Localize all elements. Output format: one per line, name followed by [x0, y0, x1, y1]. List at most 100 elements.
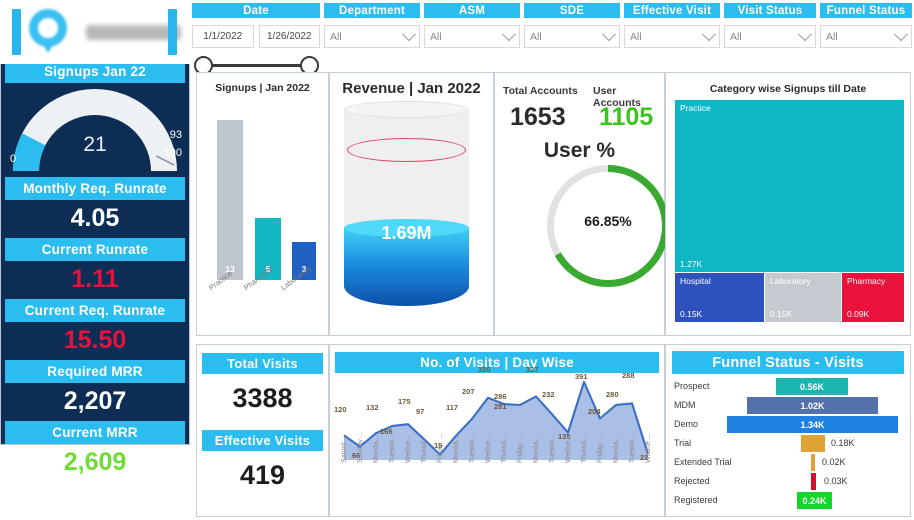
total-accounts-label: Total Accounts: [503, 85, 578, 97]
date-to-input[interactable]: 1/26/2022: [258, 25, 320, 48]
daywise-xtick: Wedne…: [565, 433, 572, 463]
funnel-value-rejected: 0.03K: [824, 476, 848, 486]
treemap-cell-practice[interactable]: Practice 1.27K: [675, 100, 904, 272]
sde-dropdown[interactable]: All: [524, 25, 620, 48]
treemap-laboratory-label: Laboratory: [770, 276, 811, 286]
daywise-xtick: Wedne…: [645, 433, 652, 463]
funnel-value-registered: 0.24K: [802, 495, 827, 506]
point-label-11: 281: [494, 402, 507, 411]
treemap-hospital-value: 0.15K: [680, 309, 703, 319]
filter-bar: Date 1/1/2022 1/26/2022 Department All A…: [190, 0, 914, 75]
accounts-panel: Total Accounts User Accounts 1653 1105 U…: [494, 72, 669, 336]
total-visits-value: 3388: [232, 383, 293, 413]
filter-effective-visit-label: Effective Visit: [624, 3, 720, 18]
funnel-title: Funnel Status - Visits: [672, 351, 904, 374]
current-req-runrate-value: 15.50: [63, 326, 127, 354]
asm-value: All: [430, 30, 442, 43]
total-accounts-value: 1653: [510, 103, 566, 131]
point-label-9: 320: [478, 365, 491, 374]
treemap-cell-laboratory[interactable]: Laboratory 0.15K: [765, 273, 841, 322]
point-label-2: 132: [366, 403, 379, 412]
point-label-0: 120: [334, 405, 347, 414]
monthly-req-runrate-value: 4.05: [70, 204, 120, 232]
filter-department: Department All: [324, 3, 420, 48]
daywise-xtick: Tuesda…: [469, 432, 476, 463]
current-mrr-label: Current MRR: [5, 421, 185, 444]
funnel-bar-registered[interactable]: 0.24K: [797, 492, 832, 509]
required-mrr-label: Required MRR: [5, 360, 185, 383]
effective-visit-value: All: [630, 30, 642, 43]
funnel-bar-prospect[interactable]: 0.56K: [776, 378, 848, 395]
department-dropdown[interactable]: All: [324, 25, 420, 48]
funnel-label-extended-trial: Extended Trial: [674, 457, 732, 467]
funnel-label-mdm: MDM: [674, 400, 696, 410]
signups-bar-panel: Signups | Jan 2022 13 5 3 Practice Pharm…: [196, 72, 329, 336]
filter-sde-label: SDE: [524, 3, 620, 18]
date-from-input[interactable]: 1/1/2022: [192, 25, 254, 48]
filter-sde: SDE All: [524, 3, 620, 48]
funnel-label-prospect: Prospect: [674, 381, 710, 391]
dashboard-root: Date 1/1/2022 1/26/2022 Department All A…: [0, 0, 914, 520]
funnel-bar-trial[interactable]: [801, 435, 825, 452]
treemap-title: Category wise Signups till Date: [709, 83, 867, 95]
treemap-panel: Category wise Signups till Date Practice…: [665, 72, 911, 336]
effective-visit-dropdown[interactable]: All: [624, 25, 720, 48]
treemap-cell-pharmacy[interactable]: Pharmacy 0.09K: [842, 273, 904, 322]
funnel-plot: Prospect 0.56K MDM 1.02K Demo 1.34K Tria…: [666, 378, 912, 516]
chevron-down-icon: [797, 26, 813, 41]
location-pin-heart-icon: [26, 9, 72, 55]
current-req-runrate-label: Current Req. Runrate: [5, 299, 185, 322]
filter-date-label: Date: [192, 3, 320, 18]
signups-gauge: 21 0 93 100: [4, 87, 186, 175]
funnel-value-mdm: 1.02K: [800, 400, 825, 411]
treemap-pharmacy-label: Pharmacy: [847, 276, 886, 286]
revenue-title: Revenue | Jan 2022: [342, 80, 481, 97]
user-pct-value: 66.85%: [584, 213, 632, 229]
daywise-xtick: Tuesda…: [389, 432, 396, 463]
filter-asm: ASM All: [424, 3, 520, 48]
current-runrate-value: 1.11: [71, 265, 119, 293]
effective-visits-value: 419: [239, 460, 286, 490]
treemap-cell-hospital[interactable]: Hospital 0.15K: [675, 273, 764, 322]
filter-department-label: Department: [324, 3, 420, 18]
user-accounts-value: 1105: [599, 103, 654, 131]
daywise-xtick: Wedne…: [405, 433, 412, 463]
daywise-visits-panel: No. of Visits | Day Wise 120 66 132 166 …: [329, 344, 665, 517]
treemap-laboratory-value: 0.15K: [770, 309, 793, 319]
filter-funnel-status-label: Funnel Status: [820, 3, 912, 18]
filter-visit-status-label: Visit Status: [724, 3, 816, 18]
funnel-bar-rejected[interactable]: [811, 473, 816, 490]
gauge-min: 0: [10, 153, 17, 165]
point-label-17: 280: [606, 390, 619, 399]
user-pct-donut[interactable]: 66.85%: [547, 165, 669, 287]
funnel-label-demo: Demo: [674, 419, 699, 429]
brand-name-blurred: [86, 24, 181, 40]
point-label-16: 204: [588, 407, 601, 416]
point-label-10: 286: [494, 392, 507, 401]
treemap-hospital-label: Hospital: [680, 276, 711, 286]
daywise-xtick: Thursd…: [581, 434, 588, 463]
point-label-8: 207: [462, 387, 475, 396]
visit-status-value: All: [730, 30, 742, 43]
funnel-status-dropdown[interactable]: All: [820, 25, 912, 48]
funnel-bar-demo[interactable]: 1.34K: [727, 416, 898, 433]
asm-dropdown[interactable]: All: [424, 25, 520, 48]
chevron-down-icon: [401, 26, 417, 41]
logo-accent-bar-left: [12, 9, 21, 55]
visit-status-dropdown[interactable]: All: [724, 25, 816, 48]
funnel-label-registered: Registered: [674, 495, 718, 505]
visits-kpi-panel: Total Visits 3388 Effective Visits 419: [196, 344, 329, 517]
funnel-bar-mdm[interactable]: 1.02K: [747, 397, 878, 414]
point-label-7: 117: [446, 403, 459, 412]
daywise-xtick: Tuesda…: [549, 432, 556, 463]
filter-asm-label: ASM: [424, 3, 520, 18]
filter-funnel-status: Funnel Status All: [820, 3, 912, 48]
revenue-value: 1.69M: [381, 223, 432, 243]
point-label-12: 327: [526, 365, 539, 374]
revenue-cylinder[interactable]: 1.69M 3.38M 2.75M 2.11M 1.48M 0.85M: [344, 101, 520, 306]
bar-practice[interactable]: 13: [217, 120, 243, 280]
filter-effective-visit: Effective Visit All: [624, 3, 720, 48]
funnel-bar-extended-trial[interactable]: [811, 454, 815, 471]
chevron-down-icon: [501, 26, 517, 41]
funnel-label-trial: Trial: [674, 438, 692, 448]
